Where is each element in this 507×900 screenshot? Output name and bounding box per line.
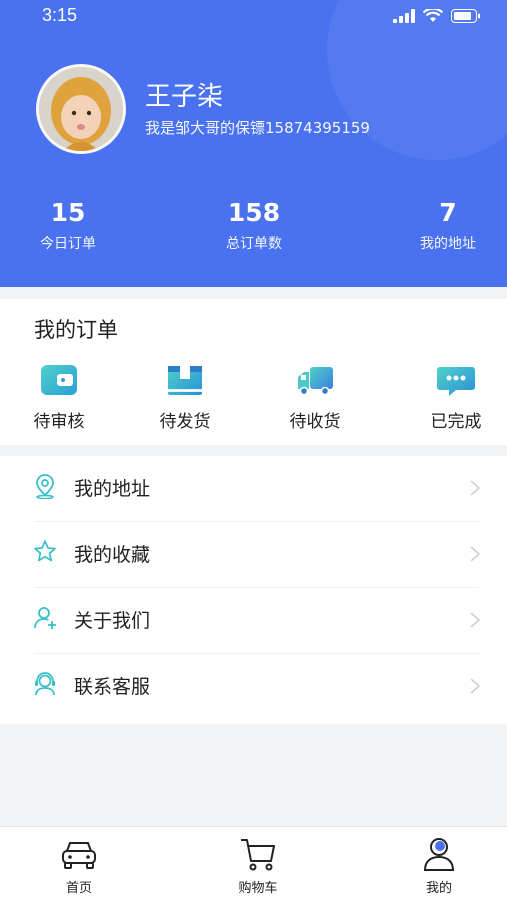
chevron-right-icon	[470, 546, 481, 562]
stat-today-orders[interactable]: 15 今日订单	[18, 198, 118, 253]
profile-icon	[423, 838, 455, 871]
status-time: 3:15	[42, 5, 78, 25]
profile-header: 3:15 王子柒 我是邹大哥的保镖15874395159 15 今日订单 158…	[0, 0, 507, 287]
truck-icon	[298, 367, 333, 396]
wallet-icon	[41, 365, 77, 395]
stat-my-addresses[interactable]: 7 我的地址	[398, 198, 498, 253]
location-pin-icon	[36, 474, 54, 499]
menu-item-about-us[interactable]: 关于我们	[0, 588, 507, 654]
stat-label: 总订单数	[226, 236, 282, 252]
order-status-label: 待收货	[289, 412, 341, 432]
order-status-completed[interactable]: 已完成	[411, 361, 501, 432]
user-add-icon	[34, 607, 56, 629]
tab-cart[interactable]: 购物车	[213, 835, 303, 896]
cart-icon	[241, 839, 275, 871]
car-icon	[62, 842, 96, 869]
my-orders-card: 我的订单 待审核 待发货 待收货 已完成	[0, 299, 507, 445]
wifi-icon	[423, 9, 443, 22]
chevron-right-icon	[470, 480, 481, 496]
chevron-right-icon	[470, 678, 481, 694]
user-name: 王子柒	[145, 82, 224, 112]
menu-item-label: 联系客服	[74, 676, 151, 698]
star-icon	[34, 540, 56, 562]
chat-bubble-icon	[437, 367, 475, 396]
order-status-label: 待发货	[159, 412, 211, 432]
settings-menu: 我的地址 我的收藏 关于我们 联系客服	[0, 456, 507, 724]
signal-icon	[393, 9, 415, 23]
menu-item-label: 我的地址	[74, 478, 151, 500]
menu-item-my-favorites[interactable]: 我的收藏	[0, 522, 507, 588]
stat-value: 158	[227, 198, 281, 227]
tab-label: 购物车	[238, 881, 278, 896]
status-bar: 3:15	[0, 0, 507, 34]
avatar-image	[39, 67, 123, 151]
stat-value: 7	[439, 198, 457, 227]
user-signature: 我是邹大哥的保镖15874395159	[145, 119, 370, 137]
battery-icon	[451, 9, 480, 23]
menu-item-label: 我的收藏	[74, 544, 151, 566]
order-status-pending-shipment[interactable]: 待发货	[140, 361, 230, 432]
headset-icon	[35, 672, 55, 696]
stat-value: 15	[50, 198, 86, 227]
stat-label: 今日订单	[40, 236, 96, 252]
stat-total-orders[interactable]: 158 总订单数	[204, 198, 304, 253]
menu-item-my-address[interactable]: 我的地址	[0, 456, 507, 522]
box-icon	[168, 366, 202, 395]
tab-label: 我的	[425, 881, 452, 896]
avatar[interactable]	[36, 64, 126, 154]
orders-title: 我的订单	[34, 318, 118, 342]
menu-item-label: 关于我们	[74, 610, 151, 632]
order-status-label: 待审核	[33, 412, 85, 432]
stat-label: 我的地址	[420, 236, 476, 252]
order-status-pending-review[interactable]: 待审核	[14, 361, 104, 432]
tab-mine[interactable]: 我的	[394, 835, 484, 896]
tab-label: 首页	[65, 881, 92, 896]
chevron-right-icon	[470, 612, 481, 628]
order-status-pending-receipt[interactable]: 待收货	[270, 361, 360, 432]
status-icons	[393, 9, 481, 23]
menu-item-contact-support[interactable]: 联系客服	[0, 654, 507, 720]
tab-home[interactable]: 首页	[34, 835, 124, 896]
bottom-tab-bar: 首页 购物车 我的	[0, 826, 507, 900]
order-status-label: 已完成	[430, 412, 482, 432]
